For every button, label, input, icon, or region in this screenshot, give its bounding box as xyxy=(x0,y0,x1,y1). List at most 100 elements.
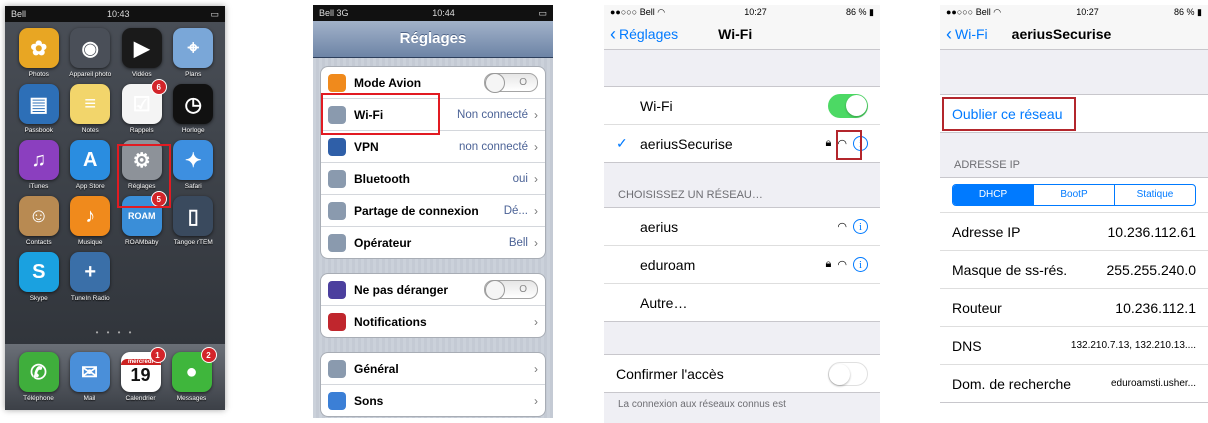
music-note-icon: ♫ xyxy=(18,140,59,180)
wifi-icon: ◠ xyxy=(993,6,1002,17)
ip-detail-row: Dom. de recherche eduroamsti.usher... xyxy=(940,365,1208,402)
highlight-box xyxy=(117,144,171,208)
checkmark-icon: ✓ xyxy=(616,135,628,151)
app-passbook[interactable]: ▤ Passbook xyxy=(13,84,65,134)
battery-icon: ▭ xyxy=(210,8,219,19)
network-row[interactable]: eduroam 🔒︎ ◠ i xyxy=(604,246,880,284)
camera-icon: ◉ xyxy=(70,28,111,68)
app-label: Téléphone xyxy=(23,395,54,402)
app-label: Calendrier xyxy=(125,395,156,402)
moon-icon xyxy=(328,280,346,299)
app-skype[interactable]: S Skype xyxy=(13,252,65,302)
truncated-row xyxy=(940,403,1208,423)
highlight-box xyxy=(942,97,1076,131)
other-network-row[interactable]: Autre… xyxy=(604,284,880,321)
toggle-switch[interactable]: O xyxy=(484,73,538,93)
phone-app-icon-glyph: ▯ xyxy=(187,205,199,228)
app-contacts[interactable]: ☺ Contacts xyxy=(13,196,65,246)
ip-detail-row: DNS 132.210.7.13, 132.210.13.... xyxy=(940,327,1208,365)
toggle-knob xyxy=(485,280,505,300)
settings-group: Ne pas déranger O Notifications › xyxy=(320,273,546,338)
contacts-icon: ☺ xyxy=(18,196,59,236)
toggle-switch[interactable]: O xyxy=(484,280,538,300)
notification-badge: 1 xyxy=(149,347,166,363)
status-bar: ●●○○○ Bell ◠ 10:27 86 % ▮ xyxy=(940,5,1208,19)
app-plans[interactable]: ⌖ Plans xyxy=(168,28,220,78)
section-header: ADRESSE IP xyxy=(954,159,1021,171)
settings-row-op-rateur[interactable]: Opérateur Bell › xyxy=(321,227,545,258)
footer-note: La connexion aux réseaux connus est xyxy=(618,399,786,410)
clock-icon-glyph: ◷ xyxy=(184,93,202,116)
settings-row-label: Mode Avion xyxy=(354,75,422,90)
confirm-toggle[interactable] xyxy=(828,361,868,386)
clock-icon: ◷ xyxy=(173,84,214,124)
ip-detail-label: Masque de ss-rés. xyxy=(952,261,1068,278)
settings-row-g-n-ral[interactable]: Général › xyxy=(321,353,545,385)
app-tunein-radio[interactable]: + TuneIn Radio xyxy=(65,252,117,302)
settings-row-label: Sons xyxy=(354,393,384,408)
network-details-screen: ●●○○○ Bell ◠ 10:27 86 % ▮ ‹ Wi-Fi aeriusS… xyxy=(940,5,1208,423)
app-label: Mail xyxy=(83,395,96,402)
calendar-icon: mercredi 19 1 xyxy=(120,347,166,392)
phone-icon xyxy=(328,233,346,252)
app-safari[interactable]: ✦ Safari xyxy=(168,140,220,190)
app-tangoe-rtem[interactable]: ▯ Tangoe rTEM xyxy=(168,196,220,246)
network-icons: ◠ i xyxy=(837,219,868,234)
chevron-right-icon: › xyxy=(534,139,538,154)
app-photos[interactable]: ✿ Photos xyxy=(13,28,65,78)
app-label: Rappels xyxy=(129,127,154,134)
bluetooth-icon xyxy=(328,169,346,188)
ip-detail-value: 10.236.112.1 xyxy=(1115,299,1196,316)
messages-icon: ● 2 xyxy=(171,347,217,392)
mail-icon-glyph: ✉ xyxy=(81,361,98,384)
link-icon xyxy=(328,201,346,220)
app-vid-os[interactable]: ▶ Vidéos xyxy=(116,28,168,78)
app-mail[interactable]: ✉ Mail xyxy=(64,352,115,410)
app-horloge[interactable]: ◷ Horloge xyxy=(168,84,220,134)
settings-row-value: oui xyxy=(512,172,528,185)
ip-detail-label: Routeur xyxy=(952,299,1002,316)
app-t-l-phone[interactable]: ✆ Téléphone xyxy=(13,352,64,410)
segment-statique[interactable]: Statique xyxy=(1115,185,1195,205)
settings-row-sons[interactable]: Sons › xyxy=(321,385,545,416)
other-network-label: Autre… xyxy=(640,294,688,311)
app-appareil-photo[interactable]: ◉ Appareil photo xyxy=(65,28,117,78)
app-notes[interactable]: ≡ Notes xyxy=(65,84,117,134)
app-calendrier[interactable]: mercredi 19 1 Calendrier xyxy=(115,347,166,410)
time-label: 10:27 xyxy=(1076,7,1099,17)
ip-detail-row: Adresse IP 10.236.112.61 xyxy=(940,213,1208,251)
app-rappels[interactable]: ☑ 6 Rappels xyxy=(116,79,168,134)
film-icon: ▶ xyxy=(121,28,162,68)
info-icon[interactable]: i xyxy=(853,257,868,272)
app-itunes[interactable]: ♫ iTunes xyxy=(13,140,65,190)
back-button[interactable]: ‹ Réglages xyxy=(610,24,678,45)
settings-row-partage-de-connexion[interactable]: Partage de connexion Dé... › xyxy=(321,195,545,227)
segment-bootp[interactable]: BootP xyxy=(1034,185,1115,205)
app-app-store[interactable]: A App Store xyxy=(65,140,117,190)
settings-row-notifications[interactable]: Notifications › xyxy=(321,306,545,337)
lock-icon: 🔒︎ xyxy=(825,258,832,270)
phone-icon-glyph: ✆ xyxy=(30,361,47,384)
settings-row-ne-pas-d-ranger[interactable]: Ne pas déranger O xyxy=(321,274,545,306)
back-button[interactable]: ‹ Wi-Fi xyxy=(946,24,988,45)
mail-icon: ✉ xyxy=(69,352,110,392)
app-messages[interactable]: ● 2 Messages xyxy=(166,347,217,410)
settings-row-vpn[interactable]: VPN non connecté › xyxy=(321,131,545,163)
confirm-section: Confirmer l'accès xyxy=(604,354,880,393)
highlight-box xyxy=(321,93,440,135)
wifi-toggle[interactable] xyxy=(828,93,868,118)
compass-icon-glyph: ✦ xyxy=(184,149,202,172)
page-title: Réglages xyxy=(313,21,553,58)
info-icon[interactable]: i xyxy=(853,219,868,234)
notifications-icon xyxy=(328,312,346,331)
battery-icon: ▮ xyxy=(1197,6,1202,17)
network-row[interactable]: aerius ◠ i xyxy=(604,208,880,246)
segment-dhcp[interactable]: DHCP xyxy=(953,185,1034,205)
nav-title: Wi-Fi xyxy=(718,26,753,42)
radio-icon-glyph: + xyxy=(84,260,97,283)
highlight-box xyxy=(836,130,862,160)
messages-icon-glyph: ● xyxy=(185,360,198,383)
confirm-label: Confirmer l'accès xyxy=(616,365,724,382)
app-musique[interactable]: ♪ Musique xyxy=(65,196,117,246)
settings-row-bluetooth[interactable]: Bluetooth oui › xyxy=(321,163,545,195)
